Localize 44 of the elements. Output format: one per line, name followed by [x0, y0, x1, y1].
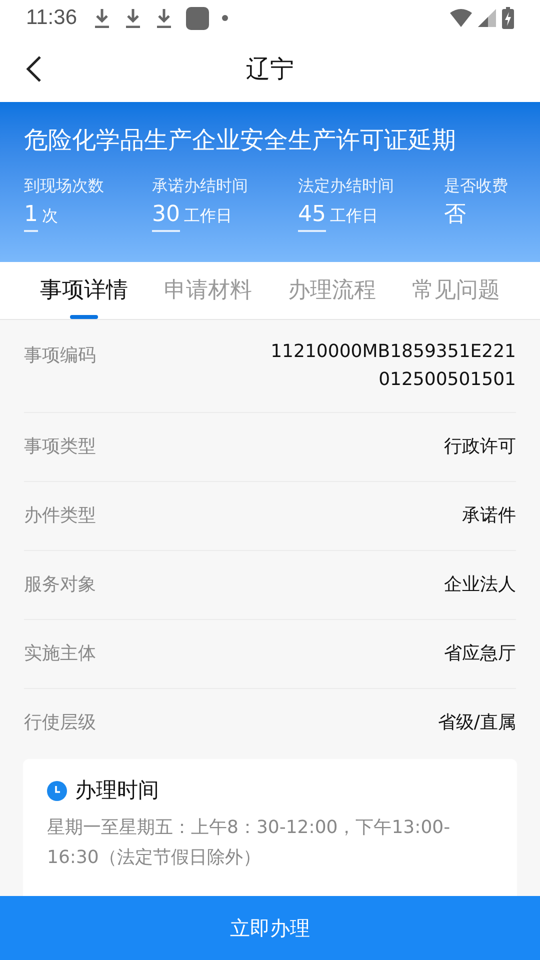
detail-label: 实施主体 [24, 642, 96, 666]
stat-label: 承诺办结时间 [152, 175, 249, 197]
detail-value: 承诺件 [462, 504, 516, 528]
apply-button[interactable]: 立即办理 [0, 896, 540, 960]
dot-icon [222, 15, 228, 21]
detail-label: 事项编码 [24, 344, 96, 368]
tab[interactable]: 常见问题 [412, 262, 500, 319]
download-icon [124, 8, 142, 28]
card-title: 办理时间 [75, 777, 159, 804]
hours-text: 星期一至星期五：上午8：30-12:00，下午13:00-16:30（法定节假日除外） [47, 816, 452, 870]
tab[interactable]: 申请材料 [164, 262, 252, 319]
stat-unit: 工作日 [184, 205, 232, 227]
tab-indicator [70, 315, 98, 319]
battery-icon [502, 7, 514, 29]
detail-label: 办件类型 [24, 504, 96, 528]
stat-unit: 次 [42, 205, 58, 227]
download-icon [155, 8, 173, 28]
status-time: 11:36 [26, 5, 77, 32]
clock-icon [47, 780, 67, 801]
stat-value: 45 [298, 200, 326, 232]
detail-value: 11210000MB1859351E221012500501501 [270, 340, 516, 392]
stat-value: 1 [24, 200, 38, 232]
detail-value: 企业法人 [444, 573, 516, 597]
stat-label: 是否收费 [444, 175, 509, 197]
stat-value: 否 [444, 201, 466, 229]
download-icon [93, 8, 111, 28]
stat-label: 到现场次数 [24, 175, 105, 197]
detail-value: 省应急厅 [444, 642, 516, 666]
service-title: 危险化学品生产企业安全生产许可证延期 [24, 125, 457, 156]
tab[interactable]: 办理流程 [288, 262, 376, 319]
back-icon[interactable] [25, 55, 43, 83]
detail-label: 事项类型 [24, 435, 96, 459]
stat-unit: 工作日 [330, 205, 378, 227]
stat-value: 30 [152, 200, 180, 232]
stat-label: 法定办结时间 [298, 175, 395, 197]
app-icon [186, 6, 209, 30]
detail-value: 省级/直属 [438, 711, 516, 735]
detail-label: 行使层级 [24, 711, 96, 735]
detail-label: 服务对象 [24, 573, 96, 597]
signal-icon [478, 9, 496, 27]
detail-value: 行政许可 [444, 435, 516, 459]
page-title: 辽宁 [246, 54, 294, 85]
wifi-icon [450, 9, 472, 27]
tab[interactable]: 事项详情 [40, 262, 128, 319]
